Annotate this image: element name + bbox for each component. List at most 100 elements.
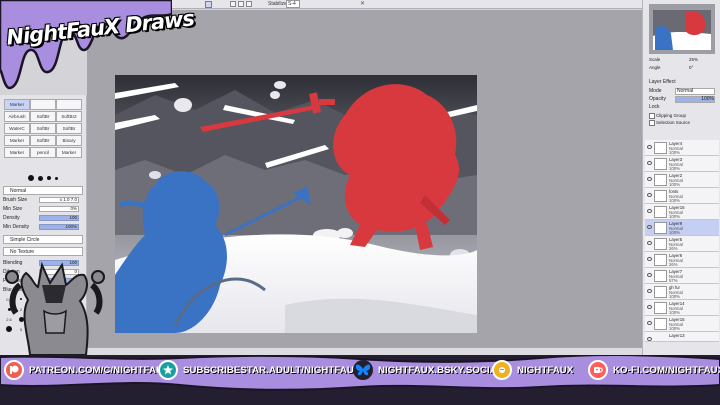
min-size-label: Min Size bbox=[3, 206, 23, 212]
density-row: Density 100 bbox=[3, 214, 83, 222]
tool-binary[interactable]: Binary bbox=[56, 135, 82, 146]
tool-softbr[interactable]: SoftBr bbox=[56, 123, 82, 134]
clipping-group-checkbox[interactable]: Clipping Group bbox=[649, 112, 719, 119]
bluesky-text: NIGHTFAUX.BSKY.SOCIAL bbox=[378, 364, 503, 376]
top-toolbar: Stabilizer S-4 ✕ bbox=[170, 0, 642, 9]
angle-value[interactable]: 0° bbox=[689, 65, 693, 71]
layer-row[interactable]: Layer3 Normal 100% bbox=[645, 156, 719, 172]
tool-softbr[interactable]: SoftBr bbox=[30, 111, 56, 122]
angle-label: Angle bbox=[649, 65, 661, 70]
layer-row[interactable]: Layer5 Normal 26% bbox=[645, 236, 719, 252]
brush-shape-previews[interactable] bbox=[28, 175, 58, 181]
selection-icon[interactable] bbox=[205, 1, 212, 8]
stream-logo: NightFauX Draws bbox=[0, 0, 195, 100]
layer-row[interactable]: fonts Normal 100% bbox=[645, 188, 719, 204]
tool-waterc[interactable]: WaterC bbox=[4, 123, 30, 134]
brush-size-multiplier: x 1.0 bbox=[59, 197, 70, 202]
angle-row: Angle 0° bbox=[649, 65, 715, 71]
layer-row[interactable]: Layer16 Normal 100% bbox=[645, 204, 719, 220]
brush-size-input[interactable]: x 1.0 7.0 bbox=[39, 197, 79, 203]
patreon-link[interactable]: PATREON.COM/C/NIGHTFAUX bbox=[4, 360, 170, 380]
eye-icon[interactable] bbox=[647, 289, 652, 293]
layer-opacity-label: Opacity bbox=[649, 96, 666, 102]
brush-preview-dot[interactable] bbox=[28, 175, 34, 181]
blend-mode-select[interactable]: Normal bbox=[3, 186, 83, 195]
bluesky-link[interactable]: NIGHTFAUX.BSKY.SOCIAL bbox=[353, 360, 503, 380]
tool-empty[interactable] bbox=[56, 99, 82, 110]
tool-marker[interactable]: Marker bbox=[4, 147, 30, 158]
layer-row[interactable]: Layer14 Normal 100% bbox=[645, 300, 719, 316]
eye-icon[interactable] bbox=[647, 241, 652, 245]
tool-marker[interactable]: Marker bbox=[4, 99, 30, 110]
tool-softbr2[interactable]: SoftBr2 bbox=[56, 111, 82, 122]
brush-preview-dot[interactable] bbox=[47, 176, 51, 180]
layer-row[interactable]: Layer13 bbox=[645, 332, 719, 342]
layer-thumbnail bbox=[654, 158, 667, 170]
patreon-icon bbox=[4, 360, 24, 380]
subscribestar-text: SUBSCRIBESTAR.ADULT/NIGHTFAUX bbox=[183, 364, 361, 376]
tool-grid: Marker Airbrush SoftBr SoftBr2 WaterC So… bbox=[4, 99, 82, 159]
min-size-input[interactable]: 0% bbox=[39, 206, 79, 212]
layer-row-selected[interactable]: Layer9 Normal 100% bbox=[645, 220, 719, 236]
eye-icon[interactable] bbox=[647, 337, 652, 341]
kofi-icon bbox=[588, 360, 608, 380]
layer-thumbnail bbox=[654, 270, 667, 282]
artwork-canvas[interactable] bbox=[115, 75, 477, 333]
layer-thumbnail bbox=[654, 222, 667, 234]
brush-preview-dot[interactable] bbox=[55, 176, 58, 180]
layer-mode-select[interactable]: Normal bbox=[675, 88, 715, 95]
selection-source-checkbox[interactable]: Selection Source bbox=[649, 119, 719, 126]
brush-size-label: Brush Size bbox=[3, 197, 28, 203]
nightfaux-link[interactable]: NIGHTFAUX bbox=[492, 360, 573, 380]
toolbar-button[interactable] bbox=[230, 1, 236, 7]
eye-icon[interactable] bbox=[647, 209, 652, 213]
brush-preview-dot[interactable] bbox=[38, 175, 43, 181]
min-size-row: Min Size 0% bbox=[3, 205, 83, 213]
tool-pencil[interactable]: pencil bbox=[30, 147, 56, 158]
eye-icon[interactable] bbox=[647, 305, 652, 309]
eye-icon[interactable] bbox=[647, 161, 652, 165]
eye-icon[interactable] bbox=[647, 145, 652, 149]
stabilizer-select[interactable]: S-4 bbox=[286, 0, 300, 8]
layer-thumbnail bbox=[654, 174, 667, 186]
min-density-slider[interactable]: 100% bbox=[39, 224, 79, 230]
brush-size-row: Brush Size x 1.0 7.0 bbox=[3, 196, 83, 204]
layer-thumbnail bbox=[654, 254, 667, 266]
tool-marker[interactable]: Marker bbox=[4, 135, 30, 146]
kofi-link[interactable]: KO-FI.COM/NIGHTFAUX bbox=[588, 360, 720, 380]
tool-airbrush[interactable]: Airbrush bbox=[4, 111, 30, 122]
brush-shape-select[interactable]: Simple Circle bbox=[3, 235, 83, 244]
scale-label: Scale bbox=[649, 57, 661, 62]
eye-icon[interactable] bbox=[647, 321, 652, 325]
close-icon[interactable]: ✕ bbox=[360, 0, 365, 7]
layer-row[interactable]: gh fur Normal 100% bbox=[645, 284, 719, 300]
layer-row[interactable]: Layer4 Normal 100% bbox=[645, 140, 719, 156]
tool-empty[interactable] bbox=[30, 99, 56, 110]
tool-softbr[interactable]: SoftBr bbox=[30, 135, 56, 146]
scale-row: Scale 25% bbox=[649, 57, 715, 63]
layer-row[interactable]: Layer2 Normal 100% bbox=[645, 172, 719, 188]
layer-mode-label: Mode bbox=[649, 88, 662, 94]
eye-icon[interactable] bbox=[647, 177, 652, 181]
eye-icon[interactable] bbox=[647, 273, 652, 277]
layer-row[interactable]: Layer7 Normal 57% bbox=[645, 268, 719, 284]
navigator-preview[interactable] bbox=[649, 4, 715, 54]
eye-icon[interactable] bbox=[647, 193, 652, 197]
layer-row[interactable]: Layer15 Normal 100% bbox=[645, 316, 719, 332]
toolbar-button[interactable] bbox=[246, 1, 252, 7]
density-slider[interactable]: 100 bbox=[39, 215, 79, 221]
tool-marker[interactable]: Marker bbox=[56, 147, 82, 158]
toolbar-button[interactable] bbox=[238, 1, 244, 7]
scale-value[interactable]: 25% bbox=[689, 57, 698, 63]
subscribestar-link[interactable]: SUBSCRIBESTAR.ADULT/NIGHTFAUX bbox=[158, 360, 360, 380]
layer-opacity-row: Opacity 100% bbox=[649, 96, 719, 103]
layer-thumbnail bbox=[654, 206, 667, 218]
layer-effect-header[interactable]: Layer Effect bbox=[649, 79, 719, 86]
eye-icon[interactable] bbox=[647, 257, 652, 261]
stream-screen: { "overlay": { "logo_text": "NightFauX D… bbox=[0, 0, 720, 405]
status-strip bbox=[87, 347, 642, 355]
layer-row[interactable]: Layer6 Normal 26% bbox=[645, 252, 719, 268]
tool-softbr[interactable]: SoftBr bbox=[30, 123, 56, 134]
eye-icon[interactable] bbox=[647, 225, 652, 229]
layer-opacity-slider[interactable]: 100% bbox=[675, 96, 715, 103]
